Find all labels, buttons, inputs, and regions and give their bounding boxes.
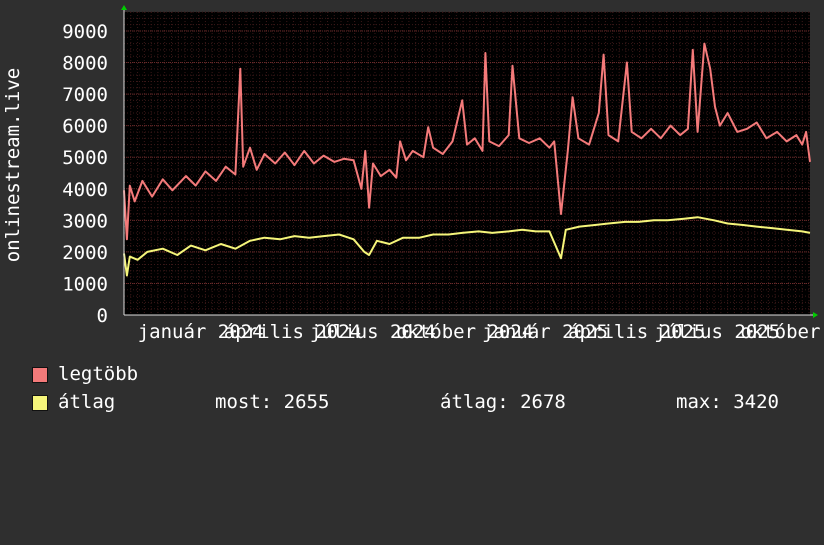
legend-swatch-avg	[32, 395, 48, 411]
stat-max: max: 3420	[676, 391, 779, 413]
line-chart: 0100020003000400050006000700080009000jan…	[2, 5, 824, 343]
y-tick-label: 7000	[62, 84, 108, 106]
x-axis-arrow	[813, 312, 818, 318]
stat-average: átlag: 2678	[440, 391, 566, 413]
y-tick-label: 9000	[62, 21, 108, 43]
legend-swatch-max	[32, 367, 48, 383]
y-axis-arrow	[121, 5, 127, 10]
legend-row-avg: átlag most: 2655 átlag: 2678 max: 3420	[32, 391, 824, 413]
legend-row-max: legtöbb	[32, 363, 138, 385]
y-tick-label: 1000	[62, 273, 108, 295]
y-tick-label: 3000	[62, 210, 108, 232]
y-tick-label: 6000	[62, 116, 108, 138]
y-tick-label: 8000	[62, 53, 108, 75]
x-tick-label: október 2025	[740, 321, 824, 343]
legend-label-max: legtöbb	[58, 363, 139, 385]
y-tick-label: 2000	[62, 242, 108, 264]
legend-label-avg: átlag	[58, 391, 116, 413]
y-axis-label: onlinestream.live	[2, 68, 24, 262]
chart-canvas: 0 1000 2000 3000 4000 5000 6000 7000 8000 9000 jan…	[0, 0, 824, 430]
y-tick-label: 5000	[62, 147, 108, 169]
stat-now: most: 2655	[215, 391, 330, 413]
y-tick-label: 0	[97, 305, 108, 327]
y-tick-label: 4000	[62, 179, 108, 201]
